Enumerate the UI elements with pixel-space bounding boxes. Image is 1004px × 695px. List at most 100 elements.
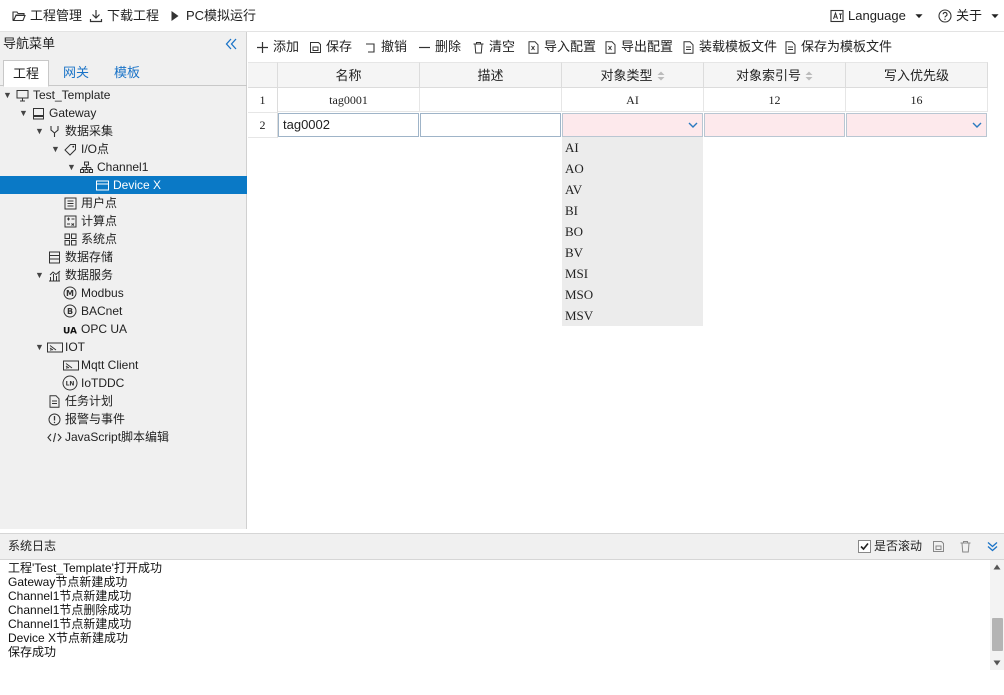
download-icon [89, 10, 103, 23]
code-icon [47, 432, 62, 443]
log-line: 工程'Test_Template'打开成功 [8, 561, 162, 575]
about-menu[interactable]: 关于 [938, 0, 1000, 32]
dropdown-option[interactable]: BV [562, 242, 703, 263]
tree-node-device-x[interactable]: Device X [0, 176, 247, 194]
trash-icon[interactable] [959, 540, 972, 553]
language-label: Language [848, 8, 906, 23]
save-log-icon[interactable] [932, 540, 945, 553]
tree-expand-icon[interactable]: ▼ [3, 86, 13, 104]
column-header-description[interactable]: 描述 [420, 62, 562, 88]
sort-icon[interactable] [657, 71, 665, 81]
grid-icon [64, 233, 77, 246]
save-button[interactable]: 保存 [309, 32, 352, 62]
tree-node-iot[interactable]: ▼ IOT [0, 338, 247, 356]
column-header-object-type[interactable]: 对象类型 [562, 62, 704, 88]
column-header-write-priority[interactable]: 写入优先级 [846, 62, 988, 88]
object-index-input[interactable] [704, 113, 845, 137]
tree-expand-icon[interactable]: ▼ [35, 338, 45, 356]
description-input[interactable] [420, 113, 561, 137]
list-icon [64, 197, 77, 210]
dropdown-option[interactable]: MSO [562, 284, 703, 305]
tree-expand-icon[interactable]: ▼ [35, 266, 45, 284]
column-header-name[interactable]: 名称 [278, 62, 420, 88]
plus-icon [257, 41, 268, 53]
device-icon [96, 180, 109, 191]
undo-label: 撤销 [381, 39, 408, 54]
nav-title: 导航菜单 [3, 36, 56, 51]
dropdown-option[interactable]: AO [562, 158, 703, 179]
tab-gateway[interactable]: 网关 [53, 60, 99, 87]
tree-node-label: Test_Template [33, 88, 111, 102]
tree-expand-icon[interactable]: ▼ [67, 158, 77, 176]
log-line: 保存成功 [8, 645, 57, 659]
write-priority-select[interactable] [846, 113, 987, 137]
scroll-down-icon[interactable] [993, 660, 1001, 666]
folder-open-icon [12, 11, 26, 22]
cell-write-priority[interactable]: 16 [846, 88, 988, 112]
header-label: 描述 [477, 68, 504, 83]
scroll-up-icon[interactable] [993, 564, 1001, 570]
tree-node-test-template[interactable]: ▼ Test_Template [0, 86, 247, 104]
tree-node-data-services[interactable]: ▼ 数据服务 [0, 266, 247, 284]
cell-object-index[interactable]: 12 [704, 88, 846, 112]
tab-template[interactable]: 模板 [104, 60, 150, 87]
tree-node-task-plan[interactable]: 任务计划 [0, 392, 247, 410]
cell-description[interactable] [420, 88, 562, 112]
dropdown-option[interactable]: AI [562, 137, 703, 158]
header-label: 名称 [335, 68, 362, 83]
dropdown-option[interactable]: MSV [562, 305, 703, 326]
tree-node-data-storage[interactable]: 数据存储 [0, 248, 247, 266]
save-as-template-button[interactable]: 保存为模板文件 [784, 32, 892, 62]
clear-button[interactable]: 清空 [472, 32, 515, 62]
tree-node-bacnet[interactable]: B BACnet [0, 302, 247, 320]
double-chevron-down-icon[interactable] [986, 540, 999, 553]
pc-simulation-menu[interactable]: PC模拟运行 [168, 0, 256, 32]
tree-node-label: IoTDDC [81, 376, 125, 390]
chevron-down-icon[interactable] [687, 119, 699, 131]
tree-node-gateway[interactable]: ▼ Gateway [0, 104, 247, 122]
dropdown-option[interactable]: BI [562, 200, 703, 221]
tree-node-label: BACnet [81, 304, 123, 318]
tree-node-system-points[interactable]: 系统点 [0, 230, 247, 248]
object-type-select[interactable] [562, 113, 703, 137]
add-button[interactable]: 添加 [256, 32, 299, 62]
tree-node-javascript-editor[interactable]: JavaScript脚本编辑 [0, 428, 247, 446]
import-config-button[interactable]: 导入配置 [527, 32, 596, 62]
tree-node-mqtt-client[interactable]: Mqtt Client [0, 356, 247, 374]
tree-node-calculated-points[interactable]: 计算点 [0, 212, 247, 230]
tree-node-io-points[interactable]: ▼ I/O点 [0, 140, 247, 158]
tree-node-alarms-events[interactable]: 报警与事件 [0, 410, 247, 428]
system-log-body: 工程'Test_Template'打开成功 Gateway节点新建成功 Chan… [0, 560, 1004, 695]
tree-node-opc-ua[interactable]: UA OPC UA [0, 320, 247, 338]
double-chevron-left-icon[interactable] [224, 37, 238, 51]
tree-node-modbus[interactable]: M Modbus [0, 284, 247, 302]
cell-object-type[interactable]: AI [562, 88, 704, 112]
scrollbar-thumb[interactable] [992, 618, 1003, 651]
project-management-menu[interactable]: 工程管理 [12, 0, 82, 32]
dropdown-option[interactable]: BO [562, 221, 703, 242]
tree-node-channel1[interactable]: ▼ Channel1 [0, 158, 247, 176]
download-project-menu[interactable]: 下载工程 [89, 0, 159, 32]
export-config-button[interactable]: 导出配置 [604, 32, 673, 62]
tree-node-data-acquisition[interactable]: ▼ 数据采集 [0, 122, 247, 140]
name-input[interactable]: tag0002 [278, 113, 419, 137]
tree-expand-icon[interactable]: ▼ [35, 122, 45, 140]
sort-icon[interactable] [805, 71, 813, 81]
tree-node-user-points[interactable]: 用户点 [0, 194, 247, 212]
dropdown-option[interactable]: AV [562, 179, 703, 200]
undo-button[interactable]: 撤销 [364, 32, 407, 62]
tree-node-label: Device X [113, 178, 162, 192]
dropdown-option[interactable]: MSI [562, 263, 703, 284]
tree-expand-icon[interactable]: ▼ [51, 140, 61, 158]
language-menu[interactable]: Language [830, 0, 924, 32]
cell-name[interactable]: tag0001 [278, 88, 420, 112]
load-template-button[interactable]: 装载模板文件 [682, 32, 777, 62]
delete-button[interactable]: 删除 [418, 32, 461, 62]
log-scrollbar[interactable] [990, 560, 1004, 670]
chevron-down-icon[interactable] [971, 119, 983, 131]
autoscroll-checkbox[interactable] [858, 540, 871, 553]
tree-node-iotddc[interactable]: LN IoTDDC [0, 374, 247, 392]
tab-project[interactable]: 工程 [3, 60, 49, 87]
column-header-object-index[interactable]: 对象索引号 [704, 62, 846, 88]
tree-expand-icon[interactable]: ▼ [19, 104, 29, 122]
